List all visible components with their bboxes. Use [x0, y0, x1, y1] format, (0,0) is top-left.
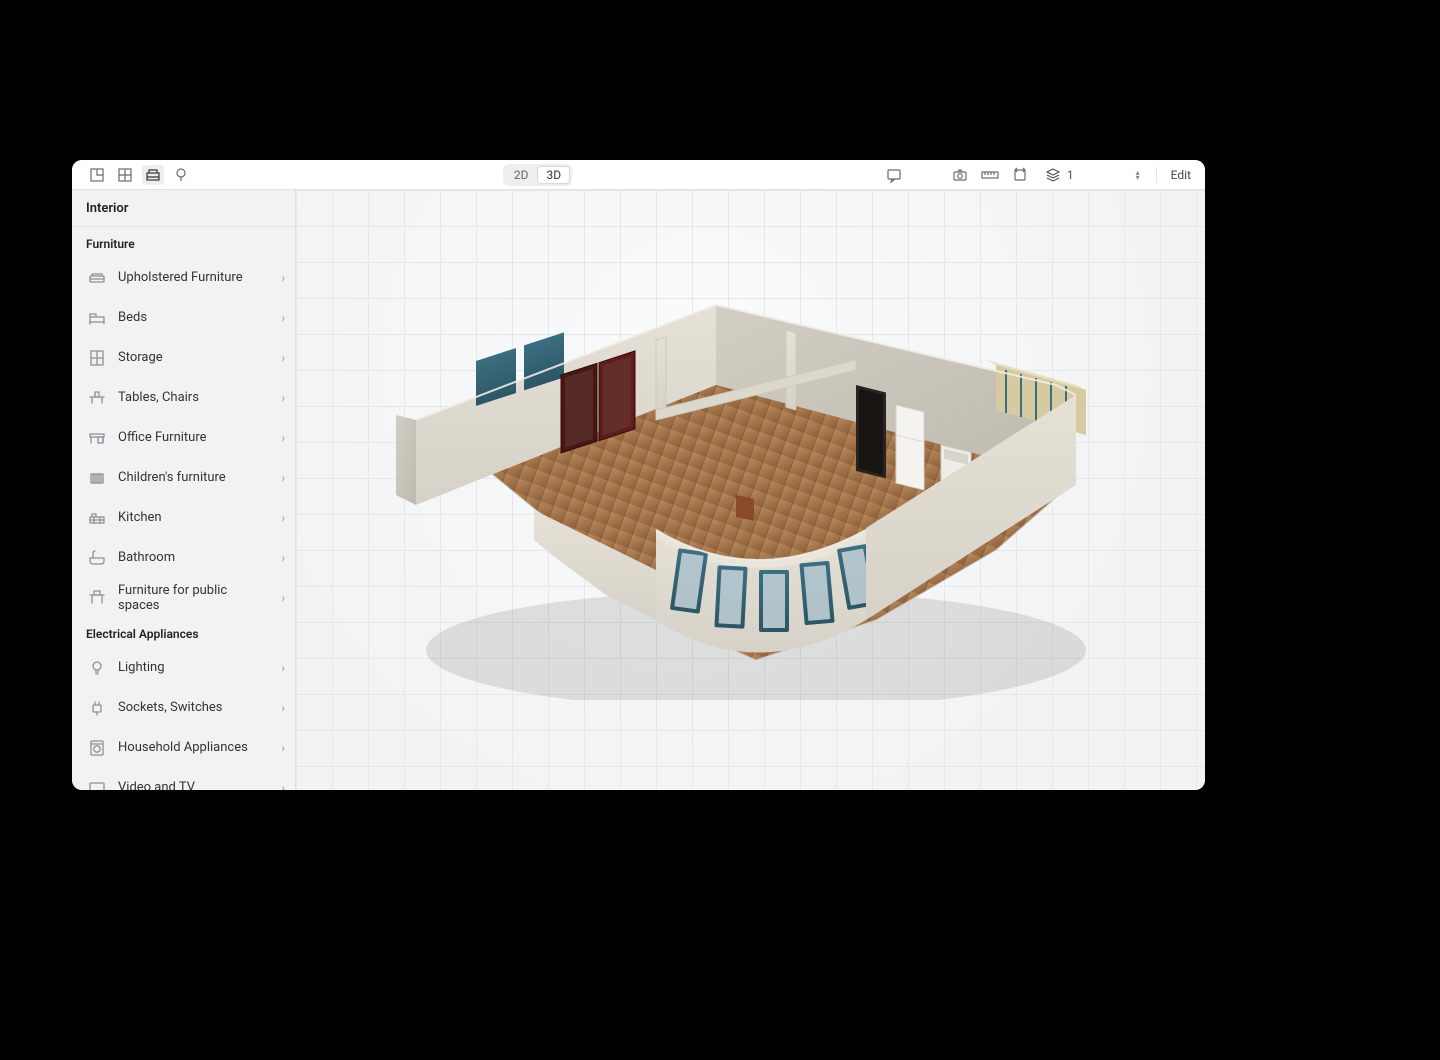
sidebar-title: Interior [72, 190, 295, 227]
chevron-right-icon: › [281, 701, 285, 715]
desk-icon [86, 427, 108, 449]
kitchen-icon [86, 507, 108, 529]
public-furniture-icon [86, 587, 108, 609]
sidebar-category-label: Beds [118, 310, 271, 325]
sidebar-category-item[interactable]: Children's furniture › [72, 457, 295, 497]
sidebar-category-item[interactable]: Tables, Chairs › [72, 377, 295, 417]
interior-tool-icon[interactable] [142, 165, 164, 185]
sidebar-category-label: Office Furniture [118, 430, 271, 445]
sidebar-category-item[interactable]: Office Furniture › [72, 417, 295, 457]
chevron-right-icon: › [281, 391, 285, 405]
sofa-icon [86, 267, 108, 289]
sidebar-category-label: Lighting [118, 660, 271, 675]
sidebar-category-item[interactable]: Household Appliances › [72, 727, 295, 767]
sidebar-category-item[interactable]: Upholstered Furniture › [72, 257, 295, 297]
floorplan-model [356, 270, 1116, 700]
crib-icon [86, 467, 108, 489]
floorplan-3d-viewport[interactable] [296, 190, 1205, 790]
chevron-right-icon: › [281, 431, 285, 445]
storage-icon [86, 347, 108, 369]
sidebar-category-label: Video and TV [118, 780, 271, 790]
bulb-icon [86, 657, 108, 679]
dimensions-tool-icon[interactable] [1009, 165, 1031, 185]
sidebar-category-item[interactable]: Storage › [72, 337, 295, 377]
bathtub-icon [86, 547, 108, 569]
floor-value: 1 [1067, 168, 1074, 182]
sidebar-category-label: Children's furniture [118, 470, 271, 485]
table-chair-icon [86, 387, 108, 409]
sidebar-category-label: Kitchen [118, 510, 271, 525]
chevron-right-icon: › [281, 511, 285, 525]
chevron-right-icon: › [281, 661, 285, 675]
layers-icon [1045, 167, 1061, 183]
sidebar-category-label: Furniture for public spaces [118, 583, 271, 613]
sidebar-category-item[interactable]: Bathroom › [72, 537, 295, 577]
rooms-tool-icon[interactable] [86, 165, 108, 185]
tree-tool-icon[interactable] [170, 165, 192, 185]
view-3d-option[interactable]: 3D [537, 166, 570, 184]
ruler-tool-icon[interactable] [979, 165, 1001, 185]
top-toolbar: 2D 3D [72, 160, 1205, 190]
sidebar-category-item[interactable]: Beds › [72, 297, 295, 337]
sidebar-group-label: Electrical Appliances [72, 617, 295, 647]
sidebar-category-item[interactable]: Video and TV › [72, 767, 295, 790]
interior-sidebar: Interior Furniture Upholstered Furniture ›… [72, 190, 296, 790]
app-window: 2D 3D [72, 160, 1205, 790]
chevron-right-icon: › [281, 271, 285, 285]
view-mode-toggle: 2D 3D [503, 164, 572, 186]
edit-button[interactable]: Edit [1167, 166, 1195, 184]
chevron-right-icon: › [281, 311, 285, 325]
sidebar-category-item[interactable]: Lighting › [72, 647, 295, 687]
sidebar-category-label: Sockets, Switches [118, 700, 271, 715]
grid-tool-icon[interactable] [114, 165, 136, 185]
sidebar-group-label: Furniture [72, 227, 295, 257]
chevron-right-icon: › [281, 591, 285, 605]
sidebar-category-item[interactable]: Sockets, Switches › [72, 687, 295, 727]
floor-stepper-icon[interactable]: ▴▾ [1136, 170, 1140, 180]
sidebar-category-label: Upholstered Furniture [118, 270, 271, 285]
chevron-right-icon: › [281, 551, 285, 565]
sidebar-category-item[interactable]: Kitchen › [72, 497, 295, 537]
floor-selector[interactable]: 1 ▴▾ [1039, 165, 1146, 185]
sidebar-category-label: Storage [118, 350, 271, 365]
sidebar-category-label: Bathroom [118, 550, 271, 565]
sidebar-category-label: Tables, Chairs [118, 390, 271, 405]
camera-tool-icon[interactable] [949, 165, 971, 185]
washer-icon [86, 737, 108, 759]
sidebar-category-item[interactable]: Furniture for public spaces › [72, 577, 295, 617]
plug-icon [86, 697, 108, 719]
chevron-right-icon: › [281, 351, 285, 365]
bed-icon [86, 307, 108, 329]
tv-icon [86, 777, 108, 791]
sidebar-category-label: Household Appliances [118, 740, 271, 755]
chevron-right-icon: › [281, 781, 285, 791]
chevron-right-icon: › [281, 741, 285, 755]
view-2d-option[interactable]: 2D [505, 166, 538, 184]
annotation-tool-icon[interactable] [883, 165, 905, 185]
chevron-right-icon: › [281, 471, 285, 485]
